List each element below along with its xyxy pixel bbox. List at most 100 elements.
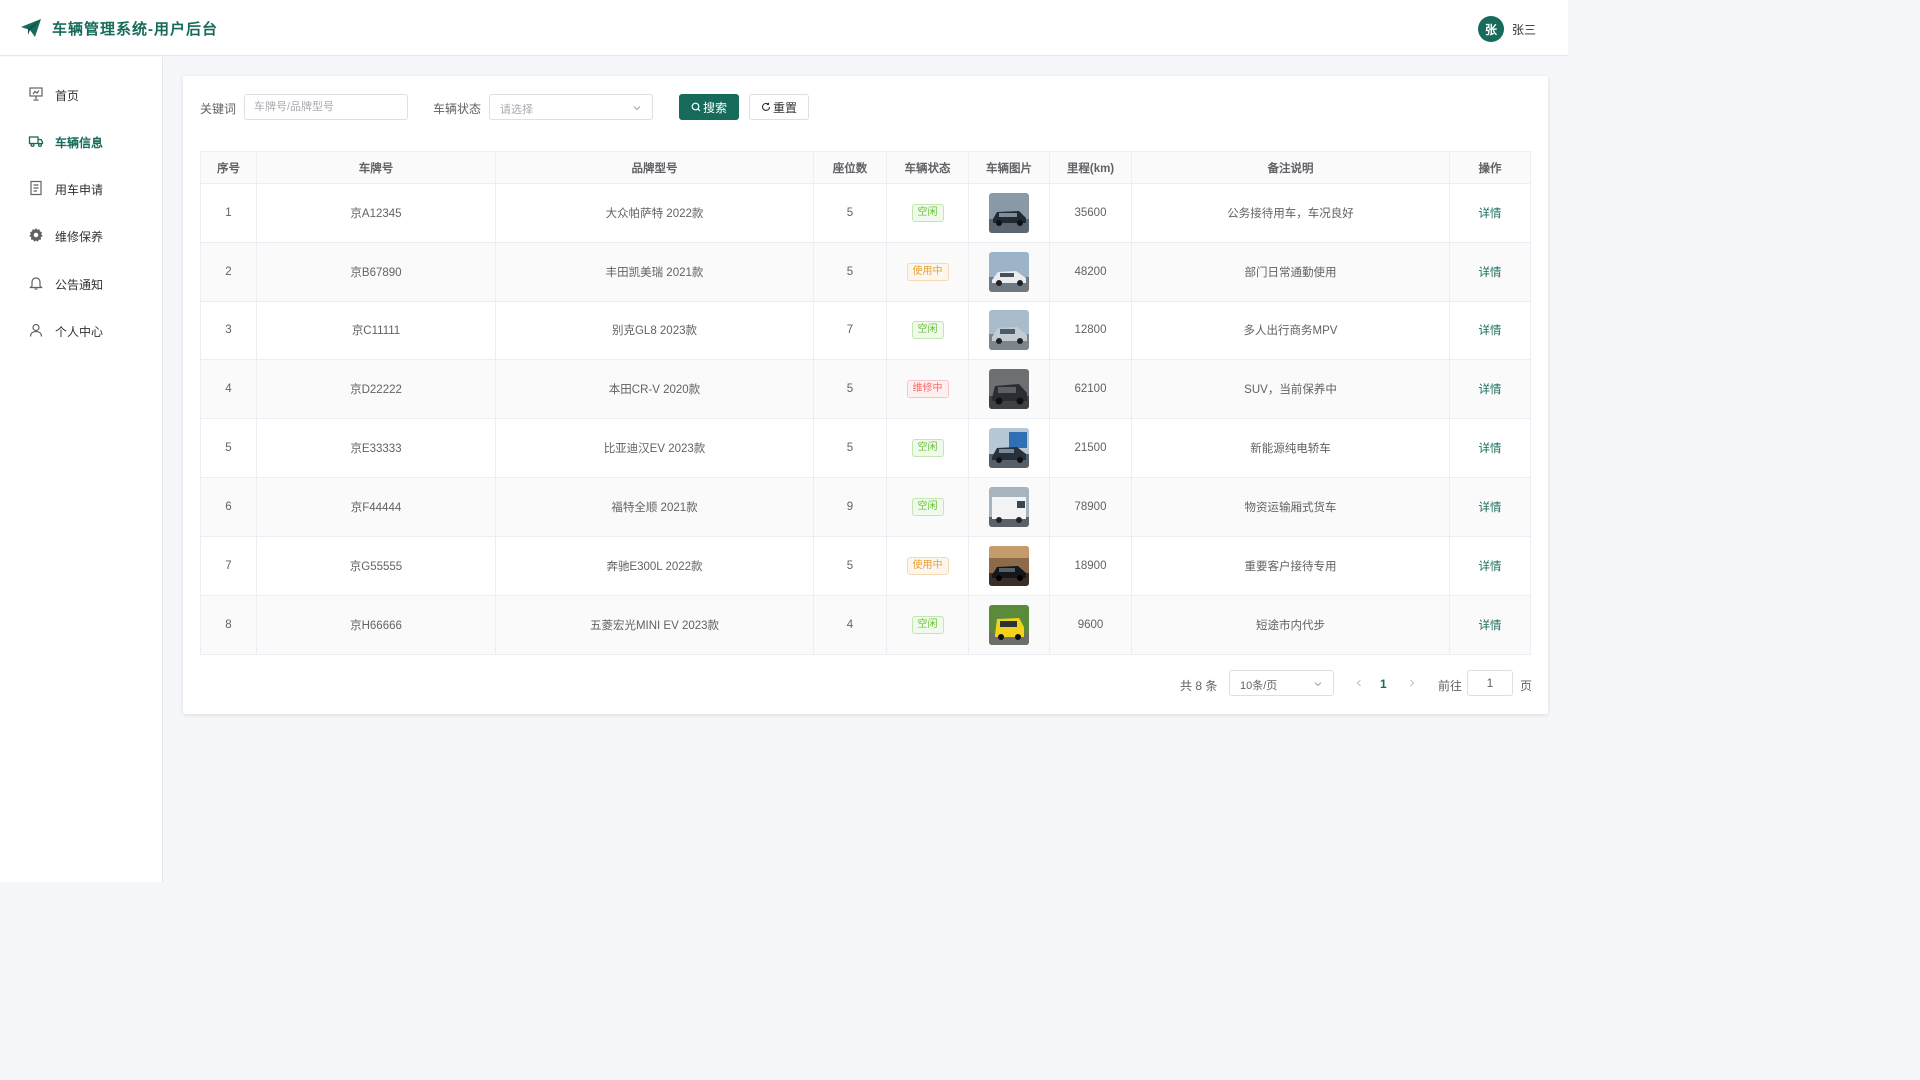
cell-plate: 京F44444 — [257, 477, 496, 536]
cell-model: 奔驰E300L 2022款 — [496, 536, 814, 595]
cell-note: SUV，当前保养中 — [1132, 360, 1450, 419]
detail-link[interactable]: 详情 — [1479, 617, 1502, 633]
cell-action: 详情 — [1450, 596, 1530, 655]
document-icon — [30, 180, 42, 196]
cell-plate: 京E33333 — [257, 419, 496, 477]
cell-note: 多人出行商务MPV — [1132, 301, 1450, 360]
page-size-value: 10条/页 — [1240, 680, 1278, 692]
page-size-select[interactable]: 10条/页 — [1229, 670, 1334, 696]
car-photo-dark-suv[interactable] — [989, 369, 1029, 410]
cell-status: 使用中 — [887, 536, 969, 595]
cell-status: 空闲 — [887, 595, 969, 655]
cell-image — [969, 477, 1050, 536]
column-header: 座位数 — [814, 152, 887, 183]
status-badge: 使用中 — [906, 262, 949, 281]
sidebar-item-label: 用车申请 — [55, 183, 104, 197]
cell-seats: 5 — [814, 242, 887, 301]
car-photo-white-van[interactable] — [989, 486, 1029, 527]
cell-model: 五菱宏光MINI EV 2023款 — [496, 595, 814, 655]
detail-link[interactable]: 详情 — [1479, 322, 1502, 338]
sidebar-item-label: 公告通知 — [55, 278, 104, 292]
chevron-left-icon[interactable] — [1352, 676, 1366, 690]
app-title: 车辆管理系统-用户后台 — [52, 21, 218, 38]
sidebar-item-applications[interactable]: 用车申请 — [0, 168, 162, 208]
column-header: 序号 — [201, 152, 257, 183]
pagination-total: 共 8 条 — [1180, 679, 1218, 693]
status-select[interactable]: 请选择 — [489, 94, 653, 120]
top-bar: 车辆管理系统-用户后台 张 张三 — [0, 0, 1568, 56]
status-badge: 空闲 — [911, 203, 944, 222]
cell-model: 别克GL8 2023款 — [496, 301, 814, 360]
search-button[interactable]: 搜索 — [679, 94, 739, 120]
sidebar-item-maintenance[interactable]: 维修保养 — [0, 215, 162, 255]
user-menu[interactable]: 张 张三 — [1477, 16, 1536, 42]
reset-button[interactable]: 重置 — [749, 94, 809, 120]
page-unit-label: 页 — [1520, 679, 1533, 693]
cell-mileage: 9600 — [1050, 595, 1132, 655]
car-photo-dark-sedan[interactable] — [989, 192, 1029, 233]
table-row: 6 京F44444 福特全顺 2021款 9 空闲 78900 物资运输厢式货车 详情 — [201, 477, 1530, 537]
column-header: 品牌型号 — [496, 152, 814, 183]
sidebar-item-vehicles[interactable]: 车辆信息 — [0, 121, 162, 161]
sidebar-item-profile[interactable]: 个人中心 — [0, 310, 162, 350]
cell-index: 2 — [201, 242, 257, 301]
presentation-icon — [29, 87, 43, 101]
cell-action: 详情 — [1450, 419, 1530, 477]
cell-mileage: 62100 — [1050, 360, 1132, 419]
cell-image — [969, 301, 1050, 360]
detail-link[interactable]: 详情 — [1479, 499, 1502, 515]
detail-link[interactable]: 详情 — [1479, 558, 1502, 574]
status-badge: 空闲 — [911, 615, 944, 634]
detail-link[interactable]: 详情 — [1479, 264, 1502, 280]
refresh-icon — [761, 102, 771, 111]
car-photo-white-sedan[interactable] — [989, 251, 1029, 292]
cell-mileage: 48200 — [1050, 242, 1132, 301]
goto-page-input[interactable] — [1467, 670, 1513, 696]
car-photo-charging-ev[interactable] — [989, 428, 1029, 469]
cell-action: 详情 — [1450, 184, 1530, 242]
cell-status: 空闲 — [887, 184, 969, 242]
chevron-right-icon[interactable] — [1405, 676, 1419, 690]
cell-seats: 5 — [814, 184, 887, 242]
cell-model: 本田CR-V 2020款 — [496, 360, 814, 419]
chevron-down-icon — [1314, 682, 1322, 687]
table-row: 3 京C11111 别克GL8 2023款 7 空闲 12800 多人出行商务MPV 详情 — [201, 301, 1530, 361]
cell-index: 8 — [201, 595, 257, 655]
car-photo-showroom-sedan[interactable] — [989, 545, 1029, 586]
detail-link[interactable]: 详情 — [1479, 440, 1502, 456]
cell-index: 6 — [201, 477, 257, 536]
cell-mileage: 18900 — [1050, 536, 1132, 595]
cell-index: 3 — [201, 301, 257, 360]
table-row: 2 京B67890 丰田凯美瑞 2021款 5 使用中 48200 部门日常通勤使用 详情 — [201, 242, 1530, 302]
cell-plate: 京A12345 — [257, 184, 496, 242]
cell-image — [969, 536, 1050, 595]
status-badge: 空闲 — [911, 439, 944, 458]
sidebar-item-home[interactable]: 首页 — [0, 74, 162, 114]
keyword-input[interactable] — [244, 94, 408, 120]
detail-link[interactable]: 详情 — [1479, 381, 1502, 397]
column-header: 备注说明 — [1132, 152, 1450, 183]
chevron-down-icon — [633, 106, 641, 111]
cell-seats: 7 — [814, 301, 887, 360]
paper-plane-icon — [21, 19, 41, 37]
reset-button-label: 重置 — [772, 100, 797, 115]
vehicle-table: 序号 车牌号 品牌型号 座位数 车辆状态 车辆图片 里程(km) 备注说明 操作… — [200, 151, 1531, 656]
cell-plate: 京D22222 — [257, 360, 496, 419]
table-header: 序号 车牌号 品牌型号 座位数 车辆状态 车辆图片 里程(km) 备注说明 操作 — [201, 152, 1530, 184]
search-button-label: 搜索 — [702, 100, 727, 115]
cell-note: 新能源纯电轿车 — [1132, 419, 1450, 477]
table-row: 7 京G55555 奔驰E300L 2022款 5 使用中 18900 重要客户接待专用 详情 — [201, 536, 1530, 596]
cell-index: 7 — [201, 536, 257, 595]
cell-action: 详情 — [1450, 243, 1530, 301]
current-page[interactable]: 1 — [1380, 677, 1387, 691]
cell-status: 维修中 — [887, 360, 969, 419]
cell-mileage: 21500 — [1050, 419, 1132, 477]
sidebar-item-notices[interactable]: 公告通知 — [0, 263, 162, 303]
detail-link[interactable]: 详情 — [1479, 205, 1502, 221]
avatar[interactable]: 张 — [1477, 16, 1504, 42]
car-photo-silver-car[interactable] — [989, 310, 1029, 351]
cell-seats: 5 — [814, 360, 887, 419]
sidebar-item-label: 首页 — [55, 89, 80, 103]
user-name[interactable]: 张三 — [1512, 21, 1536, 38]
car-photo-yellow-mini[interactable] — [989, 604, 1029, 645]
